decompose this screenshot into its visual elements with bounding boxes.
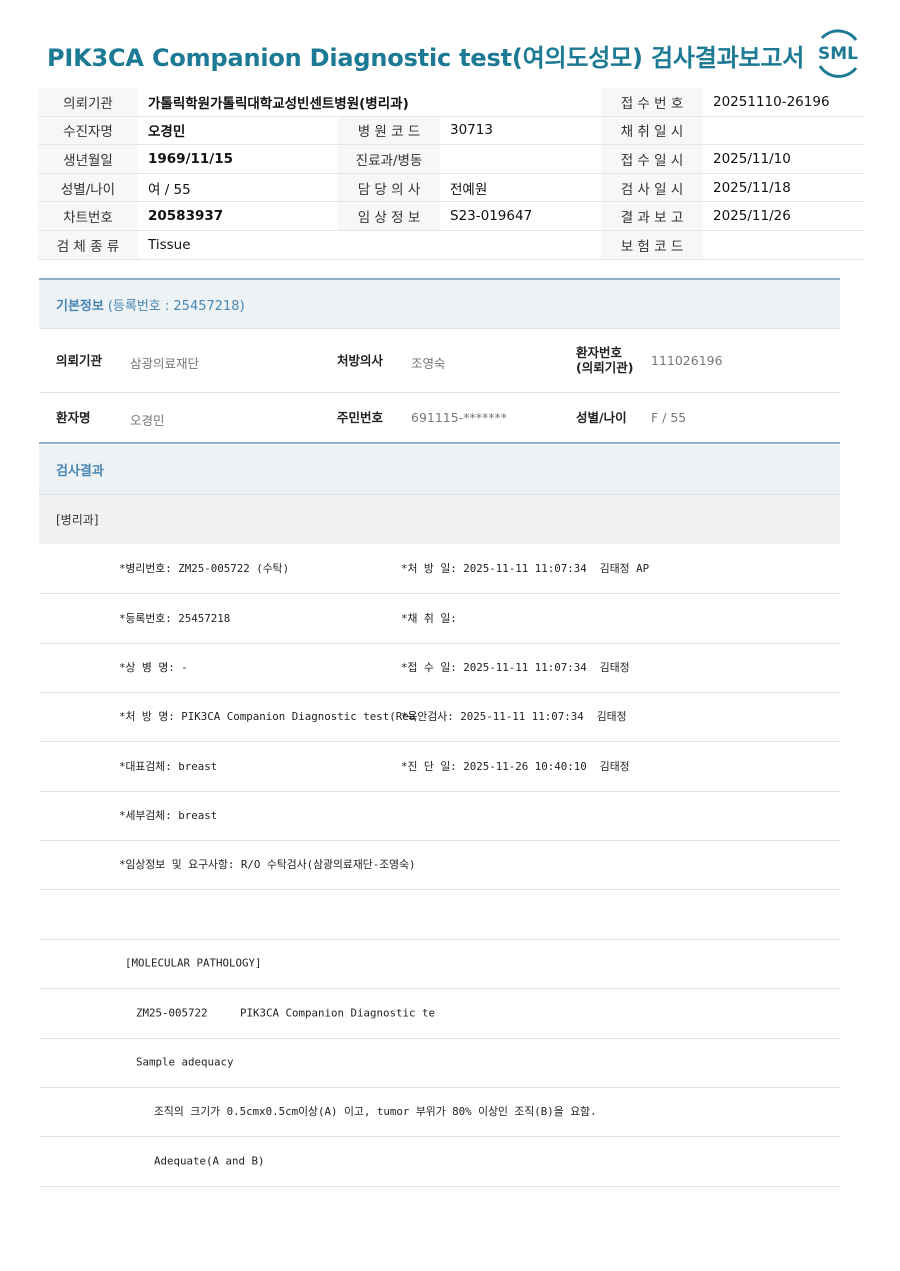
result-left: *상 병 명: - (119, 661, 188, 675)
info-label: 접 수 일 시 (601, 145, 703, 173)
registration-number: (등록번호 : 25457218) (107, 298, 245, 314)
molecular-text: 조직의 크기가 0.5cmx0.5cm이상(A) 이고, tumor 부위가 8… (154, 1105, 597, 1119)
result-row: *임상정보 및 요구사항: R/O 수탁검사(삼광의료재단-조영숙) (39, 840, 840, 890)
basic-info-heading: 기본정보 (등록번호 : 25457218) (39, 278, 840, 329)
molecular-text: ZM25-005722 PIK3CA Companion Diagnostic … (136, 1006, 436, 1020)
result-left: *임상정보 및 요구사항: R/O 수탁검사(삼광의료재단-조영숙) (119, 858, 416, 872)
rrn-label: 주민번호 (337, 410, 384, 425)
molecular-text: Sample adequacy (136, 1055, 234, 1069)
molecular-row: ZM25-005722 PIK3CA Companion Diagnostic … (39, 989, 840, 1039)
patient-name-label: 환자명 (56, 410, 91, 425)
info-label: 담 당 의 사 (338, 173, 440, 202)
result-heading: 검사결과 (39, 445, 840, 495)
info-row: 의뢰기관 가톨릭학원가톨릭대학교성빈센트병원(병리과) 접 수 번 호 2025… (38, 88, 864, 117)
info-value: 2025/11/10 (713, 150, 791, 167)
info-value: 1969/11/15 (148, 150, 234, 167)
info-row: 성별/나이 여 / 55 담 당 의 사 전예원 검 사 일 시 2025/11… (38, 173, 864, 203)
molecular-text: [MOLECULAR PATHOLOGY] (125, 956, 262, 970)
patient-no-value: 111026196 (651, 353, 723, 368)
info-label: 보 험 코 드 (601, 230, 703, 259)
info-label: 의뢰기관 (38, 88, 138, 116)
info-label: 결 과 보 고 (601, 202, 703, 230)
info-value: Tissue (148, 236, 191, 253)
info-value (703, 231, 864, 259)
result-row: *상 병 명: - *접 수 일: 2025-11-11 11:07:34 김태… (39, 643, 840, 693)
result-row: *등록번호: 25457218 *채 취 일: (39, 594, 840, 644)
info-label: 임 상 정 보 (338, 202, 440, 230)
info-row: 차트번호 20583937 임 상 정 보 S23-019647 결 과 보 고… (38, 202, 864, 231)
info-value (440, 145, 601, 173)
info-label: 채 취 일 시 (601, 116, 703, 145)
molecular-row: Adequate(A and B) (39, 1137, 840, 1187)
info-value: 20251110-26196 (713, 93, 830, 110)
result-left: *대표검체: breast (119, 760, 218, 774)
patient-no-label-line1: 환자번호 (576, 345, 623, 360)
info-label: 차트번호 (38, 202, 138, 230)
basic-info-title: 기본정보 (56, 298, 104, 314)
department-label: [병리과] (56, 513, 99, 527)
req-org-label: 의뢰기관 (56, 353, 103, 368)
doctor-label: 처방의사 (337, 353, 384, 368)
result-right: *처 방 일: 2025-11-11 11:07:34 김태정 AP (401, 562, 650, 576)
patient-name-value: 오경민 (130, 413, 165, 428)
info-label: 병 원 코 드 (338, 116, 440, 145)
result-right: *채 취 일: (401, 612, 457, 626)
result-row: *대표검체: breast *진 단 일: 2025-11-26 10:40:1… (39, 742, 840, 792)
patient-no-label-line2: (의뢰기관) (576, 360, 634, 375)
result-title: 검사결과 (56, 464, 104, 479)
result-row: *병리번호: ZM25-005722 (수탁) *처 방 일: 2025-11-… (39, 544, 840, 594)
req-org-value: 삼광의료재단 (130, 356, 200, 371)
result-left: *세부검체: breast (119, 809, 218, 823)
info-row: 생년월일 1969/11/15 진료과/병동 접 수 일 시 2025/11/1… (38, 145, 864, 174)
info-value: 가톨릭학원가톨릭대학교성빈센트병원(병리과) (148, 95, 409, 112)
result-row: *처 방 명: PIK3CA Companion Diagnostic test… (39, 692, 840, 742)
svg-text:SML: SML (818, 44, 858, 64)
sex-age-label: 성별/나이 (576, 410, 627, 425)
info-label: 생년월일 (38, 145, 138, 173)
info-value: 여 / 55 (148, 181, 191, 198)
info-row: 검 체 종 류 Tissue 보 험 코 드 (38, 230, 864, 260)
rrn-value: 691115-******* (411, 410, 507, 425)
result-row (39, 890, 840, 940)
info-label: 접 수 번 호 (601, 88, 703, 116)
info-value: 2025/11/18 (713, 179, 791, 196)
result-left: *처 방 명: PIK3CA Companion Diagnostic test… (119, 710, 416, 724)
header-info-table: 의뢰기관 가톨릭학원가톨릭대학교성빈센트병원(병리과) 접 수 번 호 2025… (38, 88, 864, 260)
molecular-row: [MOLECULAR PATHOLOGY] (39, 939, 840, 989)
info-value: 2025/11/26 (713, 208, 791, 225)
result-right: *접 수 일: 2025-11-11 11:07:34 김태정 (401, 661, 630, 675)
result-right: *육안검사: 2025-11-11 11:07:34 김태정 (401, 710, 627, 724)
info-value: 오경민 (148, 124, 186, 141)
molecular-row: 조직의 크기가 0.5cmx0.5cm이상(A) 이고, tumor 부위가 8… (39, 1087, 840, 1137)
sex-age-value: F / 55 (651, 410, 687, 425)
doctor-value: 조영숙 (411, 356, 446, 371)
department-band: [병리과] (39, 495, 840, 544)
info-label: 검 사 일 시 (601, 173, 703, 202)
result-right: *진 단 일: 2025-11-26 10:40:10 김태정 (401, 760, 630, 774)
molecular-text: Adequate(A and B) (154, 1154, 265, 1168)
info-label: 검 체 종 류 (38, 230, 138, 259)
info-value: 30713 (450, 122, 493, 139)
info-value (703, 117, 864, 145)
info-label: 진료과/병동 (338, 145, 440, 173)
info-value: 20583937 (148, 208, 224, 225)
info-row: 수진자명 오경민 병 원 코 드 30713 채 취 일 시 (38, 116, 864, 146)
result-left: *등록번호: 25457218 (119, 612, 231, 626)
info-value: 전예원 (450, 181, 488, 198)
report-title: PIK3CA Companion Diagnostic test(여의도성모) … (47, 44, 805, 72)
sml-logo: SML (818, 29, 858, 78)
info-label: 성별/나이 (38, 173, 138, 202)
patient-no-label: 환자번호 (의뢰기관) (576, 345, 633, 375)
info-label: 수진자명 (38, 116, 138, 145)
result-row: *세부검체: breast (39, 791, 840, 841)
basic-info-row: 의뢰기관 삼광의료재단 처방의사 조영숙 환자번호 (의뢰기관) 1110261… (39, 329, 840, 393)
molecular-row: Sample adequacy (39, 1038, 840, 1088)
info-value: S23-019647 (450, 208, 533, 225)
result-left: *병리번호: ZM25-005722 (수탁) (119, 562, 290, 576)
basic-info-row: 환자명 오경민 주민번호 691115-******* 성별/나이 F / 55 (39, 393, 840, 444)
